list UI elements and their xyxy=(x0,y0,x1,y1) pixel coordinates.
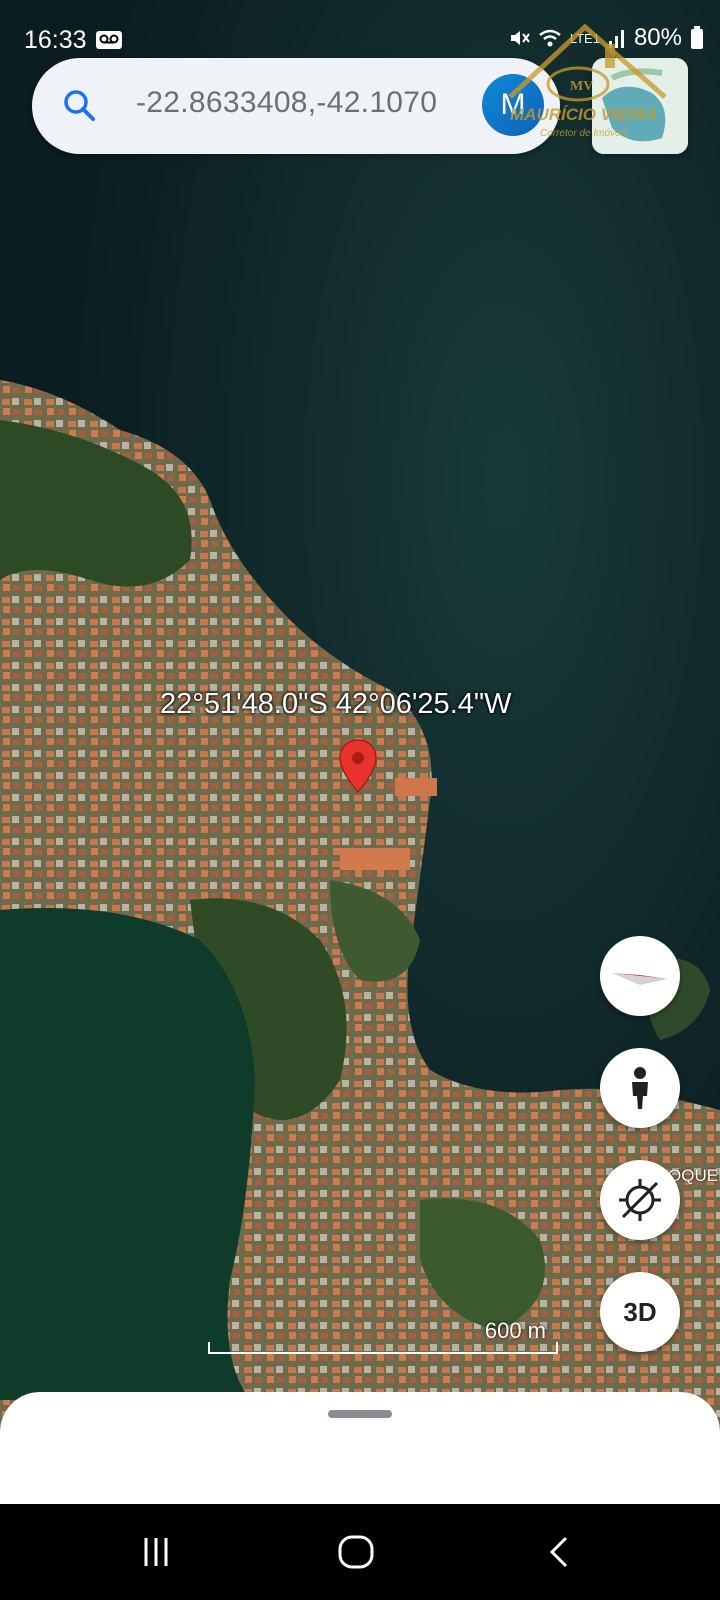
sheet-drag-handle[interactable] xyxy=(328,1410,392,1418)
back-icon[interactable] xyxy=(540,1532,580,1572)
system-nav-bar xyxy=(0,1504,720,1600)
battery-percent: 80% xyxy=(633,24,682,51)
compass-button[interactable] xyxy=(600,936,680,1016)
map-pin-icon[interactable] xyxy=(338,738,378,794)
my-location-button[interactable] xyxy=(600,1160,680,1240)
scale-label: 600 m xyxy=(484,1318,546,1343)
scale-ruler xyxy=(208,1342,558,1354)
status-icons: LTE1 80% xyxy=(508,24,704,52)
scale-bar: 600 m xyxy=(208,1318,558,1354)
search-input[interactable]: -22.8633408,-42.1070 xyxy=(136,86,437,120)
account-avatar[interactable]: M xyxy=(482,74,544,136)
wifi-icon xyxy=(539,29,561,47)
bottom-sheet[interactable] xyxy=(0,1392,720,1510)
home-icon[interactable] xyxy=(336,1532,376,1572)
pin-coordinates-label: 22°51'48.0"S 42°06'25.4"W xyxy=(160,688,512,720)
3d-toggle-button[interactable]: 3D xyxy=(600,1272,680,1352)
voicemail-icon xyxy=(96,31,122,49)
pegman-icon xyxy=(632,1067,648,1109)
satellite-map[interactable] xyxy=(0,0,720,1600)
status-time: 16:33 xyxy=(24,26,87,54)
signal-icon xyxy=(608,30,624,48)
mute-icon xyxy=(510,31,530,45)
street-view-button[interactable] xyxy=(600,1048,680,1128)
search-icon[interactable] xyxy=(62,88,98,124)
network-type: LTE1 xyxy=(569,30,600,46)
search-bar[interactable]: -22.8633408,-42.1070 M xyxy=(32,58,560,154)
compass-icon xyxy=(612,973,668,985)
location-off-icon xyxy=(619,1179,661,1221)
layers-thumbnail-icon xyxy=(592,58,688,154)
recents-icon[interactable] xyxy=(136,1532,176,1572)
map-layers-button[interactable] xyxy=(592,58,688,154)
battery-icon xyxy=(691,26,703,49)
